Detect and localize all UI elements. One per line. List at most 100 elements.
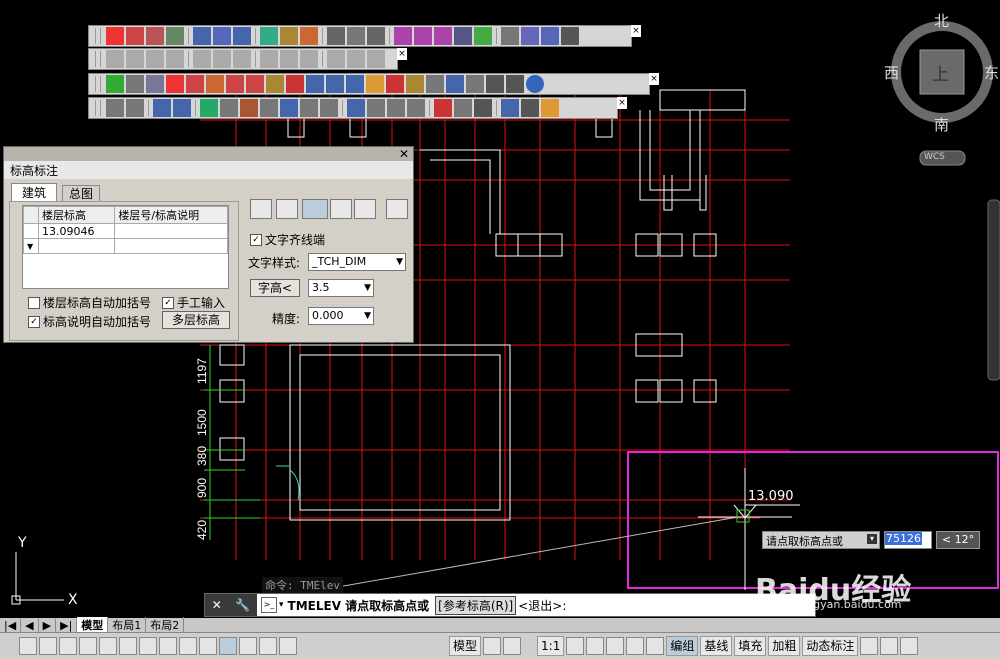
- wall-icon[interactable]: [260, 27, 278, 45]
- brush-icon[interactable]: [406, 75, 424, 93]
- manual-input-checkbox[interactable]: ✓ 手工输入: [162, 294, 225, 311]
- transparency-icon[interactable]: [219, 637, 237, 655]
- status-item-dynamic-dim[interactable]: 动态标注: [802, 636, 859, 656]
- ducs-icon[interactable]: [159, 637, 177, 655]
- tool-icon[interactable]: [407, 99, 425, 117]
- multi-level-button[interactable]: 多层标高: [162, 311, 230, 329]
- edit-icon[interactable]: [454, 99, 472, 117]
- point-icon[interactable]: [206, 75, 224, 93]
- dim-icon[interactable]: [193, 27, 211, 45]
- window-icon[interactable]: [146, 50, 164, 68]
- axis-icon[interactable]: [226, 75, 244, 93]
- dim-icon[interactable]: [233, 27, 251, 45]
- lineweight-icon[interactable]: [199, 637, 217, 655]
- table-icon[interactable]: [286, 75, 304, 93]
- navigation-bar[interactable]: [987, 199, 1000, 381]
- list-icon[interactable]: [327, 50, 345, 68]
- quick-props-icon[interactable]: [239, 637, 257, 655]
- column-icon[interactable]: [126, 27, 144, 45]
- close-icon[interactable]: ✕: [399, 147, 409, 161]
- otrack-icon[interactable]: [139, 637, 157, 655]
- style-dot-icon[interactable]: [276, 199, 298, 219]
- window-icon[interactable]: [106, 50, 124, 68]
- viewport-icon[interactable]: [503, 637, 522, 655]
- annotation-icon[interactable]: [279, 637, 297, 655]
- style-triangle-line-icon[interactable]: [302, 199, 328, 219]
- polar-icon[interactable]: [79, 637, 97, 655]
- column-icon[interactable]: [186, 75, 204, 93]
- snap-icon[interactable]: [19, 637, 37, 655]
- align-text-checkbox[interactable]: ✓ 文字齐线端: [250, 231, 325, 248]
- point-icon[interactable]: [300, 27, 318, 45]
- hatch-icon[interactable]: [414, 27, 432, 45]
- 3d-osnap-icon[interactable]: [119, 637, 137, 655]
- close-icon[interactable]: ×: [397, 48, 407, 60]
- hatch-icon[interactable]: [394, 27, 412, 45]
- annotation-scale[interactable]: 1:1: [537, 636, 565, 656]
- precision-select[interactable]: 0.000 ▼: [308, 307, 374, 325]
- walk-icon[interactable]: [474, 27, 492, 45]
- grid-icon[interactable]: [166, 75, 184, 93]
- table-row[interactable]: 13.09046: [23, 223, 228, 239]
- tab-architecture[interactable]: 建筑: [11, 183, 58, 202]
- window-icon[interactable]: [166, 50, 184, 68]
- selection-cycle-icon[interactable]: [259, 637, 277, 655]
- dim-icon[interactable]: [213, 27, 231, 45]
- frame-icon[interactable]: [521, 99, 539, 117]
- axis-icon[interactable]: [246, 75, 264, 93]
- isolate-icon[interactable]: [860, 637, 879, 655]
- chevron-down-icon[interactable]: ▾: [279, 600, 284, 610]
- toolbar-grip[interactable]: [95, 76, 101, 92]
- annotation-visibility-icon[interactable]: [566, 637, 585, 655]
- line-icon[interactable]: [367, 50, 385, 68]
- book-icon[interactable]: [426, 75, 444, 93]
- pencil-icon[interactable]: [541, 99, 559, 117]
- table-icon[interactable]: [153, 99, 171, 117]
- auto-scale-icon[interactable]: [586, 637, 605, 655]
- option-reference-elevation[interactable]: [参考标高(R)]: [435, 595, 517, 615]
- door-icon[interactable]: [326, 75, 344, 93]
- door-icon[interactable]: [193, 50, 211, 68]
- layer-icon[interactable]: [146, 75, 164, 93]
- list-icon[interactable]: [347, 50, 365, 68]
- door-icon[interactable]: [213, 50, 231, 68]
- tool-icon[interactable]: [126, 75, 144, 93]
- layout-icon[interactable]: [483, 637, 502, 655]
- osnap-icon[interactable]: [99, 637, 117, 655]
- auto-bracket-checkbox[interactable]: 楼层标高自动加括号: [28, 294, 151, 311]
- text-icon[interactable]: [300, 99, 318, 117]
- print-icon[interactable]: [386, 75, 404, 93]
- elevation-table[interactable]: 楼层标高 楼层号/标高说明 13.09046 ▼: [22, 205, 229, 289]
- note-bracket-checkbox[interactable]: ✓ 标高说明自动加括号: [28, 313, 151, 330]
- tool-icon[interactable]: [367, 99, 385, 117]
- dyn-icon[interactable]: [179, 637, 197, 655]
- status-item-baseline[interactable]: 基线: [700, 636, 733, 656]
- arc-icon[interactable]: [280, 27, 298, 45]
- table-cell[interactable]: [114, 238, 228, 254]
- tab-layout1[interactable]: 布局1: [108, 617, 147, 633]
- column-header[interactable]: 楼层号/标高说明: [114, 206, 228, 224]
- command-prompt-icon[interactable]: >_: [261, 597, 277, 613]
- status-item-group[interactable]: 编组: [666, 636, 699, 656]
- help-icon[interactable]: [526, 75, 544, 93]
- mail-icon[interactable]: [366, 75, 384, 93]
- tool-icon[interactable]: [106, 99, 124, 117]
- stair-icon[interactable]: [300, 50, 318, 68]
- nav-last-icon[interactable]: ▶|: [56, 618, 78, 632]
- options-arrow-icon[interactable]: ▾: [867, 534, 877, 544]
- workspace-gear-icon[interactable]: [606, 637, 625, 655]
- pipe-icon[interactable]: [220, 99, 238, 117]
- grid-display-icon[interactable]: [39, 637, 57, 655]
- window-icon[interactable]: [306, 75, 324, 93]
- clipboard-icon[interactable]: [561, 27, 579, 45]
- axis-icon[interactable]: [146, 27, 164, 45]
- table-cell[interactable]: 13.09046: [37, 223, 116, 239]
- ortho-icon[interactable]: [59, 637, 77, 655]
- toolbar-grip[interactable]: [95, 100, 101, 116]
- door-icon[interactable]: [346, 75, 364, 93]
- status-item-bold[interactable]: 加粗: [768, 636, 801, 656]
- hatch-icon[interactable]: [434, 27, 452, 45]
- lock-icon[interactable]: [626, 637, 645, 655]
- nav-prev-icon[interactable]: ◀: [21, 618, 39, 632]
- text-icon[interactable]: [260, 99, 278, 117]
